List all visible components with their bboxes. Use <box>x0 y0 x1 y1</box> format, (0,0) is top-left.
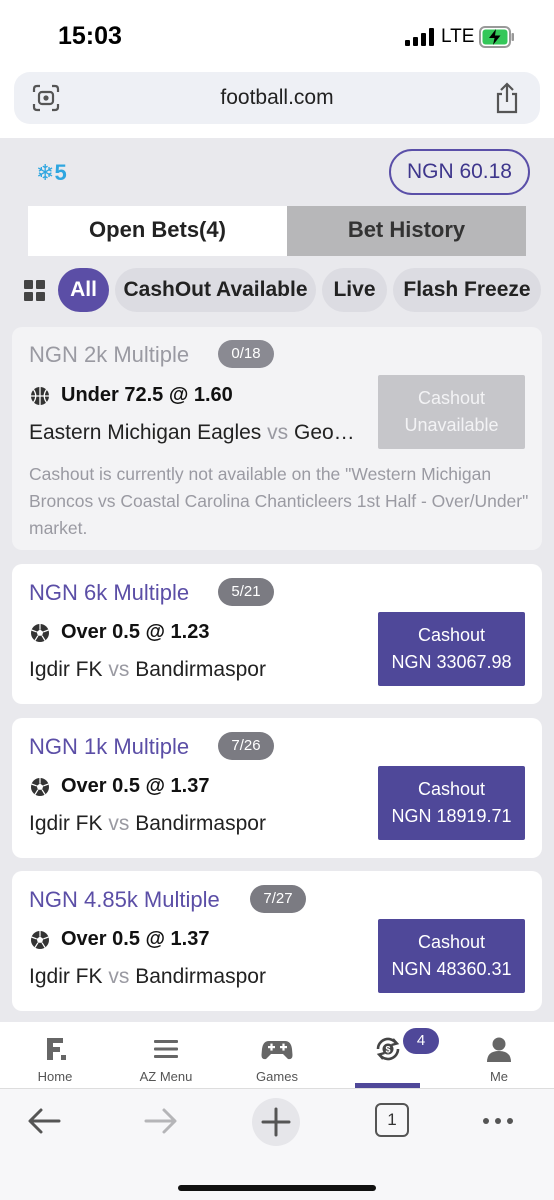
away-team: Bandirmaspor <box>135 812 266 835</box>
open-bets-count-badge: 4 <box>403 1028 439 1054</box>
football-logo-icon <box>47 1038 66 1060</box>
url-bar[interactable]: football.com <box>14 72 540 124</box>
gamepad-icon <box>261 1041 293 1060</box>
away-team: Bandirmaspor <box>135 658 266 681</box>
browser-toolbar: 1 <box>0 1088 554 1200</box>
bet-stake: NGN 2k Multiple <box>29 342 190 367</box>
status-bar: 15:03 LTE <box>0 0 554 70</box>
cashout-amount: Unavailable <box>404 415 499 435</box>
bet-stake: NGN 1k Multiple <box>29 734 190 759</box>
nav-label: AZ Menu <box>139 1069 193 1084</box>
home-team: Igdir FK <box>29 812 103 835</box>
forward-arrow-icon[interactable] <box>140 1101 180 1141</box>
new-tab-plus-icon[interactable] <box>251 1097 301 1147</box>
match-teams: Igdir FK vs Bandirmaspor <box>29 965 266 989</box>
nav-label: Home <box>37 1069 73 1084</box>
bet-progress-badge: 7/26 <box>218 732 274 760</box>
snowflake-icon: ❄ <box>36 160 55 185</box>
bet-progress-badge: 5/21 <box>218 578 274 606</box>
grid-view-icon[interactable] <box>24 280 46 302</box>
filter-live[interactable]: Live <box>322 268 387 312</box>
tab-count-button[interactable]: 1 <box>375 1103 409 1137</box>
selection-text: Under 72.5 @ 1.60 <box>61 384 233 406</box>
balance-badge[interactable]: NGN 60.18 <box>388 149 530 195</box>
match-teams: Eastern Michigan Eagles vs Geo… <box>29 421 359 445</box>
filter-flash-freeze[interactable]: Flash Freeze <box>393 268 541 312</box>
cashout-button[interactable]: Cashout NGN 48360.31 <box>378 919 525 993</box>
cashout-label: Cashout <box>417 779 486 799</box>
soccer-ball-icon <box>31 778 49 796</box>
cashout-label: Cashout <box>417 625 486 645</box>
away-team: Geo… <box>293 421 355 444</box>
cashout-notice: Cashout is currently not available on th… <box>29 464 529 538</box>
selection-text: Over 0.5 @ 1.37 <box>61 775 210 797</box>
bet-progress-badge: 0/18 <box>218 340 274 368</box>
soccer-ball-icon <box>31 624 49 642</box>
status-time: 15:03 <box>58 22 122 50</box>
bet-stake: NGN 6k Multiple <box>29 580 190 605</box>
network-type: LTE <box>441 26 475 47</box>
nav-label: Me <box>489 1069 509 1084</box>
bottom-nav: Home AZ Menu Games $ Me 4 <box>0 1022 554 1088</box>
home-team: Eastern Michigan Eagles <box>29 421 262 444</box>
tab-open-bets[interactable]: Open Bets(4) <box>28 206 287 256</box>
cashout-unavailable-button: Cashout Unavailable <box>378 375 525 449</box>
filter-bar: All CashOut Available Live Flash Freeze <box>0 268 554 312</box>
bet-stake: NGN 4.85k Multiple <box>29 887 220 912</box>
flash-freeze-counter[interactable]: ❄5 <box>36 160 67 186</box>
vs-label: vs <box>108 812 130 835</box>
back-arrow-icon[interactable] <box>25 1101 65 1141</box>
nav-home[interactable]: Home <box>5 1022 105 1088</box>
home-team: Igdir FK <box>29 965 103 988</box>
menu-icon <box>154 1040 178 1058</box>
home-indicator <box>178 1185 376 1191</box>
nav-games[interactable]: Games <box>227 1022 327 1088</box>
cashout-amount: NGN 18919.71 <box>391 806 512 826</box>
cashout-label: Cashout <box>417 932 486 952</box>
share-icon[interactable] <box>494 82 520 114</box>
tab-bet-history[interactable]: Bet History <box>287 206 526 256</box>
cashout-button[interactable]: Cashout NGN 33067.98 <box>378 612 525 686</box>
nav-az-menu[interactable]: AZ Menu <box>116 1022 216 1088</box>
cashout-label: Cashout <box>417 388 486 408</box>
bet-tabs: Open Bets(4) Bet History <box>28 206 526 256</box>
cashout-amount: NGN 48360.31 <box>391 959 512 979</box>
filter-all[interactable]: All <box>58 268 109 312</box>
bet-card[interactable]: NGN 4.85k Multiple 7/27 Over 0.5 @ 1.37 … <box>12 871 542 1011</box>
selection-text: Over 0.5 @ 1.23 <box>61 621 210 643</box>
svg-text:$: $ <box>385 1045 390 1055</box>
freeze-count: 5 <box>54 160 67 185</box>
basketball-icon <box>31 387 49 405</box>
soccer-ball-icon <box>31 931 49 949</box>
bet-card[interactable]: NGN 1k Multiple 7/26 Over 0.5 @ 1.37 Igd… <box>12 718 542 858</box>
match-teams: Igdir FK vs Bandirmaspor <box>29 658 266 682</box>
cashout-amount: NGN 33067.98 <box>391 652 512 672</box>
away-team: Bandirmaspor <box>135 965 266 988</box>
user-icon <box>487 1037 511 1062</box>
bet-progress-badge: 7/27 <box>250 885 306 913</box>
url-text[interactable]: football.com <box>14 86 540 110</box>
vs-label: vs <box>108 658 130 681</box>
signal-icon <box>405 28 435 46</box>
bet-card[interactable]: NGN 6k Multiple 5/21 Over 0.5 @ 1.23 Igd… <box>12 564 542 704</box>
bets-page: ❄5 NGN 60.18 Open Bets(4) Bet History Al… <box>0 138 554 1022</box>
nav-me[interactable]: Me <box>449 1022 549 1088</box>
selection-text: Over 0.5 @ 1.37 <box>61 928 210 950</box>
vs-label: vs <box>108 965 130 988</box>
battery-charging-icon <box>479 26 514 48</box>
cashout-button[interactable]: Cashout NGN 18919.71 <box>378 766 525 840</box>
filter-cashout-available[interactable]: CashOut Available <box>115 268 316 312</box>
bet-card[interactable]: NGN 2k Multiple 0/18 Under 72.5 @ 1.60 E… <box>12 327 542 550</box>
nav-label: Games <box>256 1069 298 1084</box>
cashout-icon: $ <box>376 1037 400 1061</box>
more-options-icon[interactable] <box>478 1101 518 1141</box>
match-teams: Igdir FK vs Bandirmaspor <box>29 812 266 836</box>
home-team: Igdir FK <box>29 658 103 681</box>
vs-label: vs <box>267 421 289 444</box>
